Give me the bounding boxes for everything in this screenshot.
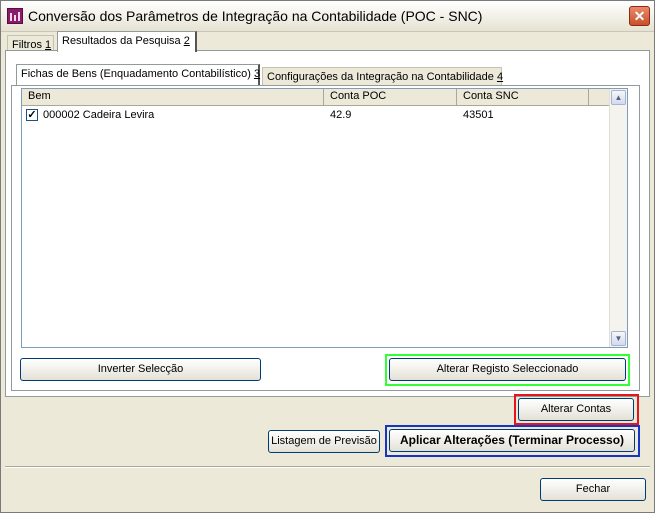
tab-count: 2 (183, 35, 190, 47)
tab-count: 4 (496, 71, 504, 83)
cell-conta-poc: 42.9 (330, 109, 352, 121)
scroll-down-icon[interactable]: ▼ (611, 331, 626, 346)
tab-count: 3 (253, 68, 261, 80)
assets-grid[interactable]: Bem Conta POC Conta SNC ✓ 000002 Cadeira… (21, 88, 628, 348)
highlight-alter-record (385, 354, 630, 386)
close-icon[interactable]: ✕ (629, 6, 650, 26)
button-label: Listagem de Previsão (271, 435, 377, 447)
title-bar[interactable]: Conversão dos Parâmetros de Integração n… (1, 1, 654, 32)
table-row[interactable]: ✓ 000002 Cadeira Levira 42.9 43501 (22, 107, 609, 123)
tab-configuracoes[interactable]: Configurações da Integração na Contabili… (262, 67, 504, 85)
close-button[interactable]: Fechar (540, 478, 646, 501)
column-header-conta-snc[interactable]: Conta SNC (457, 89, 589, 105)
column-header-bem[interactable]: Bem (22, 89, 324, 105)
invert-selection-button[interactable]: Inverter Selecção (20, 358, 261, 381)
grid-header: Bem Conta POC Conta SNC (22, 89, 609, 106)
row-checkbox[interactable]: ✓ (26, 109, 38, 121)
dialog-window: Conversão dos Parâmetros de Integração n… (0, 0, 655, 513)
tab-resultados[interactable]: Resultados da Pesquisa 2 (57, 31, 197, 52)
app-icon (7, 8, 23, 24)
button-label: Fechar (575, 483, 611, 495)
preview-listing-button[interactable]: Listagem de Previsão (268, 430, 380, 453)
tab-label: Resultados da Pesquisa (62, 35, 181, 47)
cell-conta-snc: 43501 (463, 109, 494, 121)
tab-label: Configurações da Integração na Contabili… (267, 71, 494, 83)
separator (5, 466, 650, 468)
highlight-apply (385, 425, 640, 457)
window-title: Conversão dos Parâmetros de Integração n… (28, 8, 483, 24)
tab-label: Fichas de Bens (Enquadamento Contabilíst… (21, 68, 251, 80)
scroll-up-icon[interactable]: ▲ (611, 90, 626, 105)
vertical-scrollbar[interactable]: ▲ ▼ (609, 89, 627, 347)
cell-bem: 000002 Cadeira Levira (43, 109, 155, 121)
button-label: Inverter Selecção (97, 363, 184, 375)
tab-fichas-bens[interactable]: Fichas de Bens (Enquadamento Contabilíst… (16, 64, 260, 85)
column-header-conta-poc[interactable]: Conta POC (324, 89, 457, 105)
highlight-alter-accounts (514, 394, 639, 425)
